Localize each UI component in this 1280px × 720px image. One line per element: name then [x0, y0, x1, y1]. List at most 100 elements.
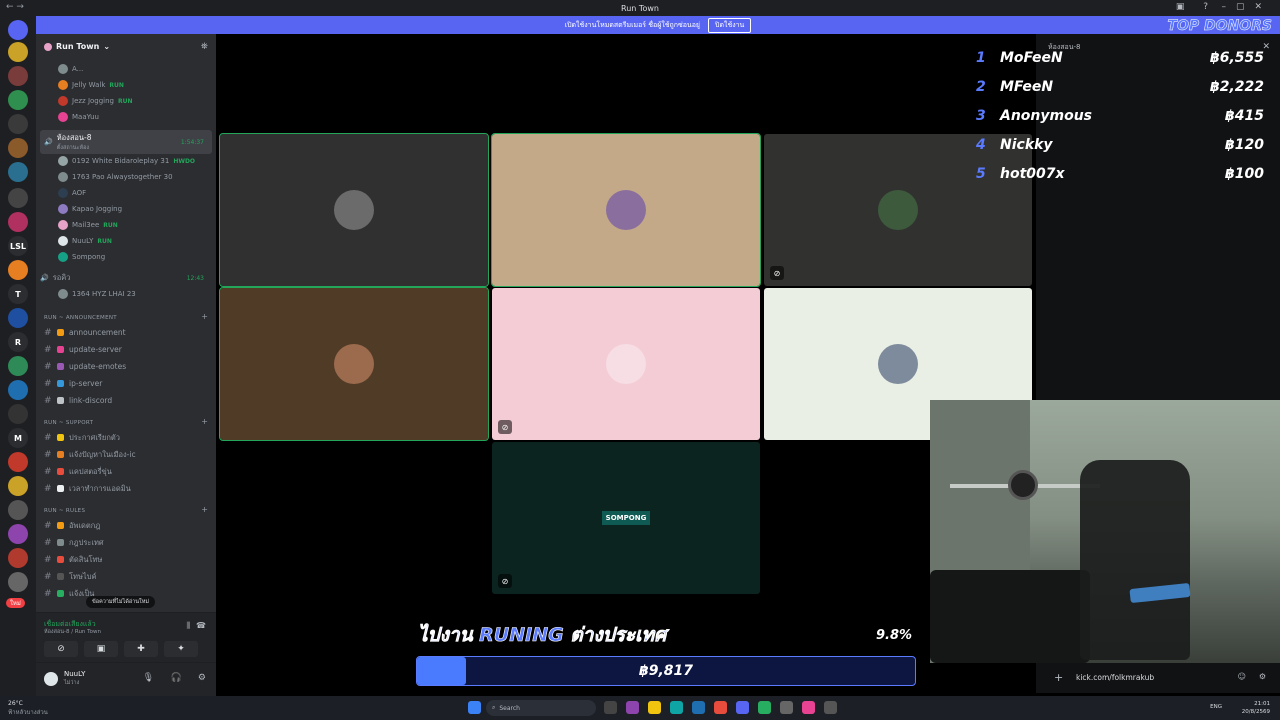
voice-member[interactable]: Jezz Jogging RUN: [36, 94, 216, 108]
video-tile[interactable]: SOMPONG ⊘: [492, 442, 760, 594]
channel-item[interactable]: # update-server: [44, 342, 208, 357]
channel-item[interactable]: # announcement: [44, 325, 208, 340]
server-icon-23[interactable]: [8, 572, 28, 592]
server-icon-17[interactable]: M: [8, 428, 28, 448]
gear-icon[interactable]: ⚙: [198, 673, 206, 683]
server-icon-10[interactable]: [8, 260, 28, 280]
inbox-help-icons[interactable]: ▣ ?: [1176, 2, 1216, 12]
activities-button[interactable]: ✚: [124, 641, 158, 657]
donor-row: 3 Anonymous ฿415: [972, 108, 1268, 132]
app-icon[interactable]: [780, 701, 793, 714]
voice-channel-active[interactable]: 🔊 ห้องสอน-8 ตั้งสถานะห้อง 1:54:37: [40, 130, 212, 154]
microphone-icon[interactable]: 🎙: [143, 673, 154, 683]
camera-off-button[interactable]: ⊘: [44, 641, 78, 657]
server-icon-5[interactable]: [8, 138, 28, 158]
channel-item[interactable]: # link-discord: [44, 393, 208, 408]
server-icon-8[interactable]: [8, 212, 28, 232]
channel-item[interactable]: # ตัดสินโทษ: [44, 552, 208, 567]
category-header[interactable]: RUN ~ SUPPORT: [44, 420, 93, 426]
channel-item[interactable]: # โทษไบค์: [44, 569, 208, 584]
new-badge[interactable]: ใหม่: [6, 598, 25, 608]
video-tile[interactable]: [219, 133, 489, 287]
task-view-icon[interactable]: [604, 701, 617, 714]
video-tile[interactable]: [219, 287, 489, 441]
voice-member[interactable]: NuuLY RUN: [36, 234, 216, 248]
server-icon-2[interactable]: [8, 66, 28, 86]
server-icon-18[interactable]: [8, 452, 28, 472]
server-icon-12[interactable]: [8, 308, 28, 328]
server-icon-21[interactable]: [8, 524, 28, 544]
obs-icon[interactable]: [758, 701, 771, 714]
soundboard-button[interactable]: ✦: [164, 641, 198, 657]
start-icon[interactable]: [468, 701, 481, 714]
voice-member[interactable]: A...: [36, 62, 216, 76]
video-tile[interactable]: ⊘: [492, 288, 760, 440]
discord-icon[interactable]: [736, 701, 749, 714]
avatar[interactable]: [44, 672, 58, 686]
voice-member[interactable]: Jelly Walk RUN: [36, 78, 216, 92]
window-controls[interactable]: –▢✕: [1221, 2, 1272, 12]
channel-item[interactable]: # ip-server: [44, 376, 208, 391]
search-input[interactable]: ⌕ Search: [486, 700, 596, 716]
gift-icon[interactable]: ⚙: [1259, 672, 1266, 681]
server-icon-19[interactable]: [8, 476, 28, 496]
screen-share-button[interactable]: ▣: [84, 641, 118, 657]
server-icon-6[interactable]: [8, 162, 28, 182]
chrome-icon[interactable]: [714, 701, 727, 714]
video-tile[interactable]: [491, 133, 761, 287]
copilot-icon[interactable]: [626, 701, 639, 714]
store-icon[interactable]: [692, 701, 705, 714]
add-channel-icon[interactable]: +: [201, 417, 208, 426]
voice-member[interactable]: AOF: [36, 186, 216, 200]
unread-messages-pill[interactable]: ข้อความที่ไม่ได้อ่านใหม่: [86, 596, 155, 608]
weather-widget[interactable]: 26°C ฟ้าหลัวบางส่วน: [8, 700, 48, 717]
category-header[interactable]: RUN ~ ANNOUNCEMENT: [44, 315, 117, 321]
channel-item[interactable]: # เวลาทำการแอดมิน: [44, 481, 208, 496]
channel-item[interactable]: # ประกาศเรียกตัว: [44, 430, 208, 445]
server-icon-11[interactable]: T: [8, 284, 28, 304]
channel-item[interactable]: # อัพเดตกฎ: [44, 518, 208, 533]
file-explorer-icon[interactable]: [648, 701, 661, 714]
channel-item[interactable]: # update-emotes: [44, 359, 208, 374]
server-icon-4[interactable]: [8, 114, 28, 134]
server-icon-15[interactable]: [8, 380, 28, 400]
server-icon-1[interactable]: [8, 42, 28, 62]
voice-member[interactable]: MaaYuu: [36, 110, 216, 124]
server-icon-14[interactable]: [8, 356, 28, 376]
voice-member[interactable]: 0192 White Bidaroleplay 31 HWDO: [36, 154, 216, 168]
invite-people-icon[interactable]: ⛯: [201, 42, 208, 52]
add-channel-icon[interactable]: +: [201, 505, 208, 514]
server-icon-20[interactable]: [8, 500, 28, 520]
voice-member[interactable]: 1763 Pao Alwaystogether 30: [36, 170, 216, 184]
voice-member[interactable]: Mail3ee RUN: [36, 218, 216, 232]
voice-channel-waiting[interactable]: 🔊 รอคิว 12:43: [40, 272, 212, 284]
server-icon-22[interactable]: [8, 548, 28, 568]
add-channel-icon[interactable]: +: [201, 312, 208, 321]
clock[interactable]: 21:01 20/8/2569: [1242, 700, 1270, 716]
back-forward-icon[interactable]: ← →: [6, 2, 24, 12]
voice-member[interactable]: 1364 HYZ LHAI 23: [36, 287, 216, 301]
emoji-icon[interactable]: ☺: [1238, 672, 1246, 681]
voice-member[interactable]: Sompong: [36, 250, 216, 264]
app-icon-2[interactable]: [802, 701, 815, 714]
channel-item[interactable]: # แจ้งปัญหาในเมือง-ic: [44, 447, 208, 462]
server-icon-16[interactable]: [8, 404, 28, 424]
server-icon-13[interactable]: R: [8, 332, 28, 352]
disable-streamer-mode-button[interactable]: ปิดใช้งาน: [708, 17, 752, 33]
server-icon-9[interactable]: LSL: [8, 236, 28, 256]
category-header[interactable]: RUN ~ RULES: [44, 508, 85, 514]
server-icon-3[interactable]: [8, 90, 28, 110]
disconnect-icon[interactable]: ☎: [196, 621, 206, 630]
language-indicator[interactable]: ENG: [1210, 704, 1222, 710]
voice-member[interactable]: Kapao Jogging: [36, 202, 216, 216]
channel-item[interactable]: # แคปสตอรี่ขุ่น: [44, 464, 208, 479]
edge-icon[interactable]: [670, 701, 683, 714]
server-name-header[interactable]: Run Town ⌄: [44, 42, 110, 51]
channel-item[interactable]: # กฎประเทศ: [44, 535, 208, 550]
app-icon-3[interactable]: [824, 701, 837, 714]
server-icon-7[interactable]: [8, 188, 28, 208]
server-icon-0[interactable]: [8, 20, 28, 40]
plus-icon[interactable]: +: [1054, 671, 1063, 684]
noise-suppression-icon[interactable]: ⫼: [186, 621, 190, 631]
headphones-icon[interactable]: 🎧: [171, 673, 182, 683]
